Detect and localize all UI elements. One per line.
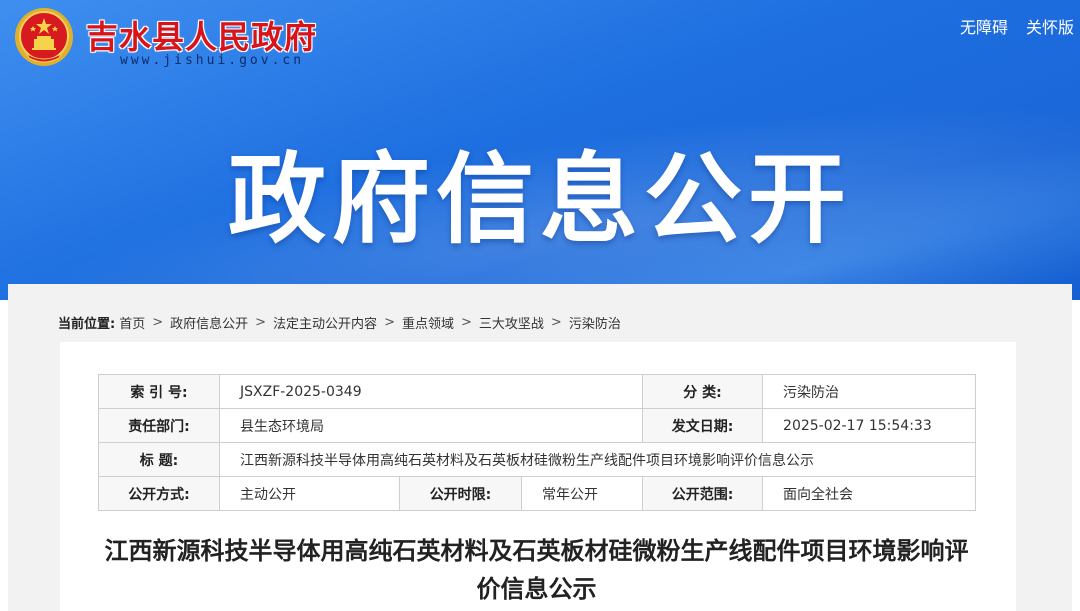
scope-label: 公开范围: [642, 476, 764, 511]
index-label: 索 引 号: [98, 374, 220, 409]
category-value: 污染防治 [762, 374, 977, 409]
elderly-mode-link[interactable]: 关怀版 [1026, 14, 1074, 38]
breadcrumb-home[interactable]: 首页 [119, 313, 145, 332]
breadcrumb: 当前位置: 首页 > 政府信息公开 > 法定主动公开内容 > 重点领域 > 三大… [58, 313, 621, 332]
table-row: 标 题: 江西新源科技半导体用高纯石英材料及石英板材硅微粉生产线配件项目环境影响… [98, 442, 977, 477]
national-emblem-icon[interactable] [13, 6, 75, 68]
breadcrumb-gov-info[interactable]: 政府信息公开 [170, 313, 248, 332]
accessibility-link[interactable]: 无障碍 [960, 14, 1008, 38]
banner-title: 政府信息公开 [227, 143, 852, 257]
breadcrumb-separator: > [152, 315, 164, 330]
period-label: 公开时限: [399, 476, 522, 511]
date-value: 2025-02-17 15:54:33 [762, 408, 977, 443]
metadata-table: 索 引 号: JSXZF-2025-0349 分 类: 污染防治 责任部门: 县… [98, 374, 977, 511]
index-value: JSXZF-2025-0349 [218, 374, 644, 409]
dept-label: 责任部门: [98, 408, 220, 443]
category-label: 分 类: [642, 374, 764, 409]
dept-value: 县生态环境局 [218, 408, 644, 443]
breadcrumb-statutory[interactable]: 法定主动公开内容 [273, 313, 377, 332]
method-value: 主动公开 [219, 476, 400, 511]
table-row: 公开方式: 主动公开 公开时限: 常年公开 公开范围: 面向全社会 [98, 476, 977, 511]
method-label: 公开方式: [98, 476, 220, 511]
breadcrumb-separator: > [460, 315, 472, 330]
site-url: www.jishui.gov.cn [120, 53, 305, 68]
breadcrumb-label: 当前位置: [58, 317, 116, 332]
breadcrumb-separator: > [255, 315, 267, 330]
date-label: 发文日期: [642, 408, 764, 443]
breadcrumb-separator: > [384, 315, 395, 330]
breadcrumb-pollution[interactable]: 污染防治 [569, 313, 621, 332]
title-value: 江西新源科技半导体用高纯石英材料及石英板材硅微粉生产线配件项目环境影响评价信息公… [218, 442, 977, 477]
scope-value: 面向全社会 [762, 476, 977, 511]
title-label: 标 题: [98, 442, 220, 477]
document-title: 江西新源科技半导体用高纯石英材料及石英板材硅微粉生产线配件项目环境影响评价信息公… [104, 537, 969, 603]
period-value: 常年公开 [520, 476, 644, 511]
breadcrumb-key-areas[interactable]: 重点领域 [402, 313, 454, 332]
breadcrumb-three-battles[interactable]: 三大攻坚战 [479, 313, 544, 332]
table-row: 索 引 号: JSXZF-2025-0349 分 类: 污染防治 [98, 374, 977, 409]
table-row: 责任部门: 县生态环境局 发文日期: 2025-02-17 15:54:33 [98, 408, 977, 443]
site-title[interactable]: 吉水县人民政府 [86, 12, 317, 58]
top-links: 无障碍 关怀版 [960, 14, 1074, 38]
breadcrumb-separator: > [550, 315, 562, 330]
